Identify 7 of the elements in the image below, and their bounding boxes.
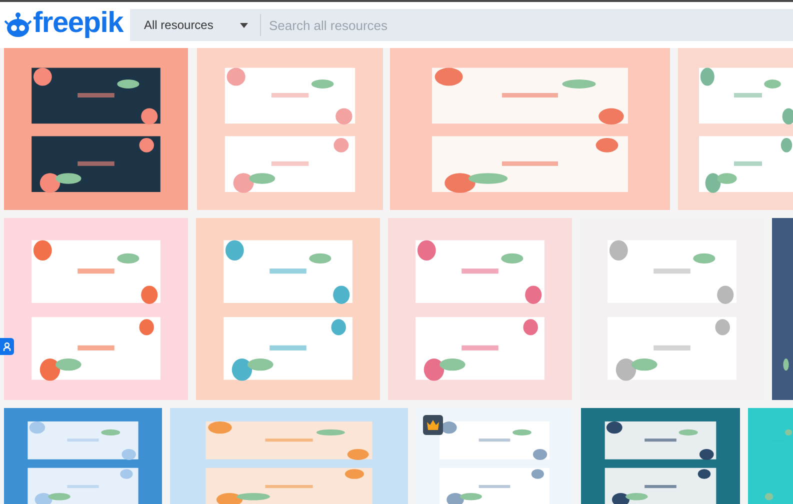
robot-logo-icon [4,11,32,39]
user-icon [3,342,11,351]
logo-text[interactable]: freepik [33,8,124,42]
search-field[interactable]: Search all resources [261,9,793,41]
caret-icon [240,22,248,28]
account-button[interactable] [0,338,14,355]
resource-filter-dropdown[interactable]: All resources [130,9,260,41]
